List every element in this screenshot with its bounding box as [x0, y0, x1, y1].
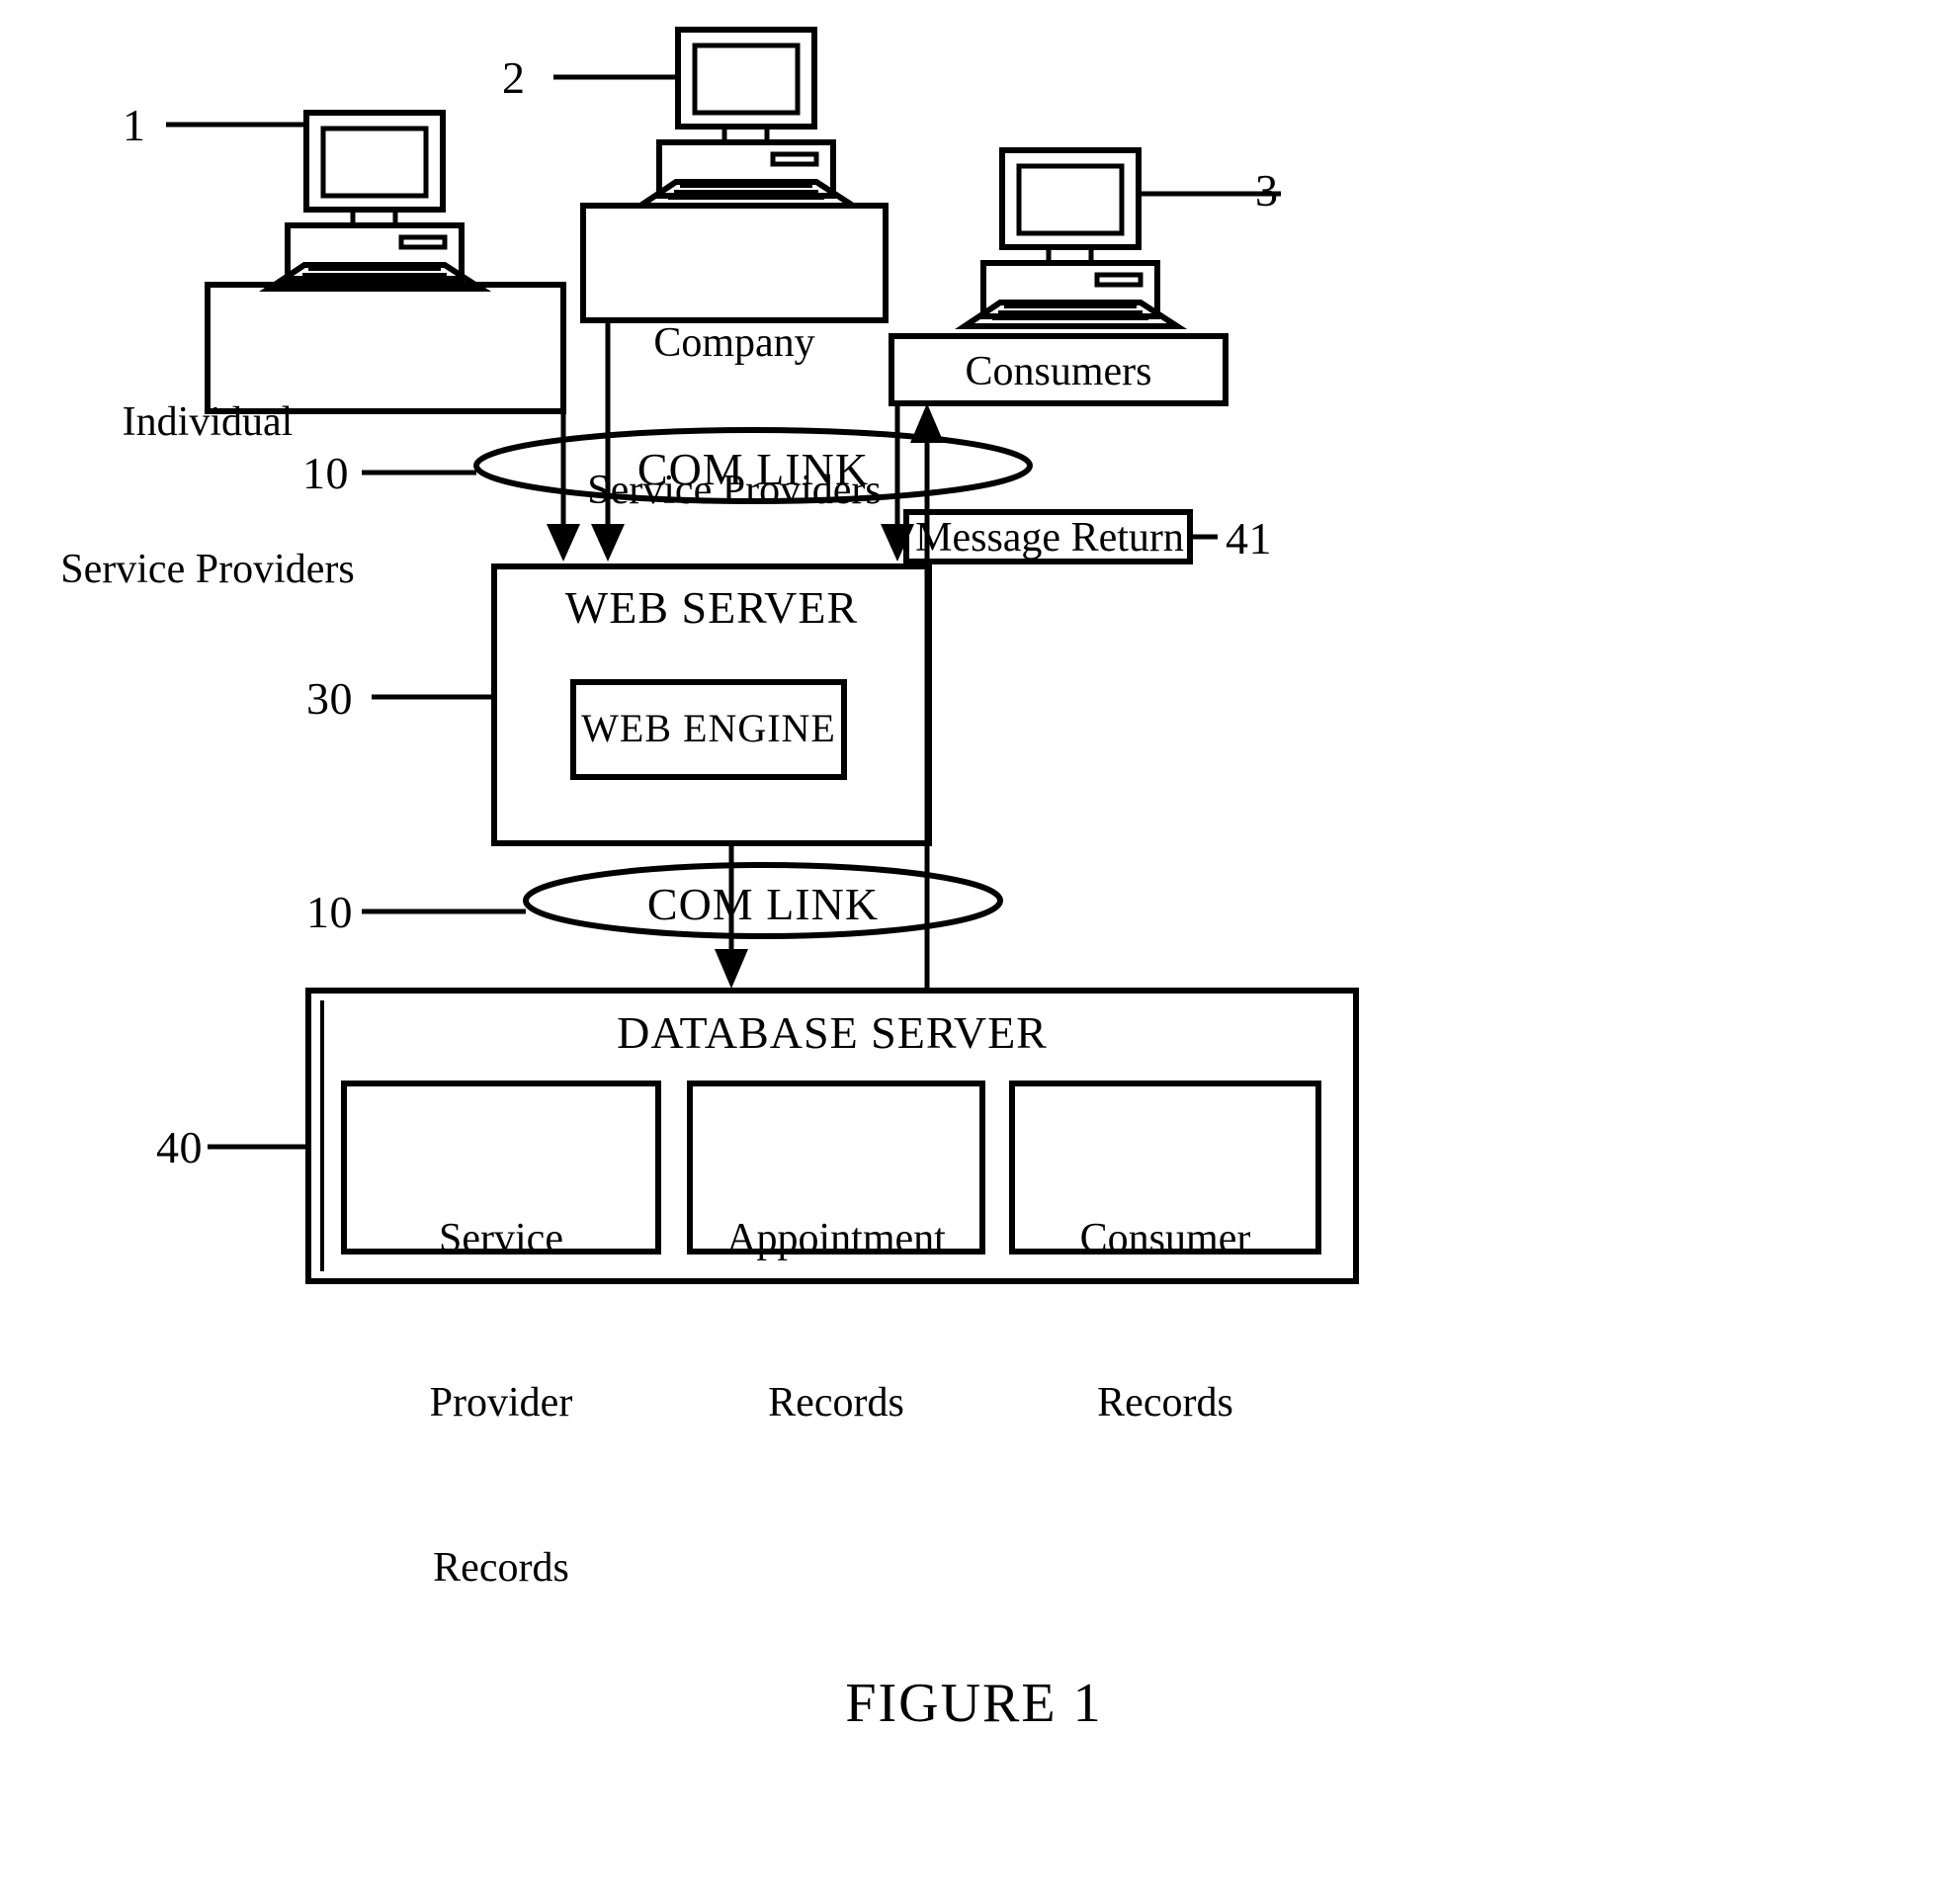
label-appointment-records: Appointment Records [690, 1102, 982, 1541]
label-database-server: DATABASE SERVER [617, 1007, 1048, 1058]
reference-numeral-2: 2 [502, 52, 526, 103]
arrow-down-icon [547, 524, 580, 562]
desktop-computer-icon-individual [259, 110, 492, 292]
arrow-down-icon [715, 949, 748, 989]
diagram-vector-layer [166, 27, 1359, 1284]
label-appt-line1: Appointment [726, 1215, 946, 1261]
reference-numeral-3: 3 [1255, 165, 1279, 216]
label-consumer-records: Consumer Records [1012, 1102, 1318, 1541]
label-consumers: Consumers [965, 349, 1152, 394]
label-company-service-providers: Company Service Providers [583, 221, 886, 613]
label-cr-line2: Records [1097, 1380, 1233, 1427]
patent-figure-canvas: 1 2 3 10 41 30 10 40 Individual Service … [0, 0, 1948, 1904]
arrow-up-icon [910, 403, 944, 443]
reference-numeral-40: 40 [156, 1122, 203, 1172]
label-spr-line1: Service [439, 1215, 563, 1261]
label-spr-line2: Provider [429, 1380, 573, 1427]
desktop-computer-icon-company [631, 27, 864, 209]
label-web-server: WEB SERVER [564, 582, 859, 633]
label-company-line1: Company [653, 320, 815, 367]
figure-caption: FIGURE 1 [845, 1673, 1103, 1734]
label-individual-line1: Individual [122, 399, 294, 446]
label-message-return: Message Return [915, 515, 1184, 561]
label-cr-line1: Consumer [1079, 1215, 1251, 1261]
reference-numeral-41: 41 [1226, 513, 1272, 563]
label-spr-line3: Records [433, 1544, 569, 1591]
label-appt-line2: Records [768, 1380, 904, 1427]
label-individual-line2: Service Providers [60, 546, 355, 592]
label-com-link-upper: COM LINK [636, 444, 870, 494]
label-com-link-lower: COM LINK [646, 879, 880, 929]
label-web-engine: WEB ENGINE [581, 706, 836, 750]
desktop-computer-icon-consumer [955, 147, 1188, 329]
reference-numeral-10-lower: 10 [306, 887, 353, 937]
reference-numeral-1: 1 [123, 100, 146, 150]
label-service-provider-records: Service Provider Records [344, 1102, 658, 1705]
label-individual-service-providers: Individual Service Providers [30, 301, 385, 692]
